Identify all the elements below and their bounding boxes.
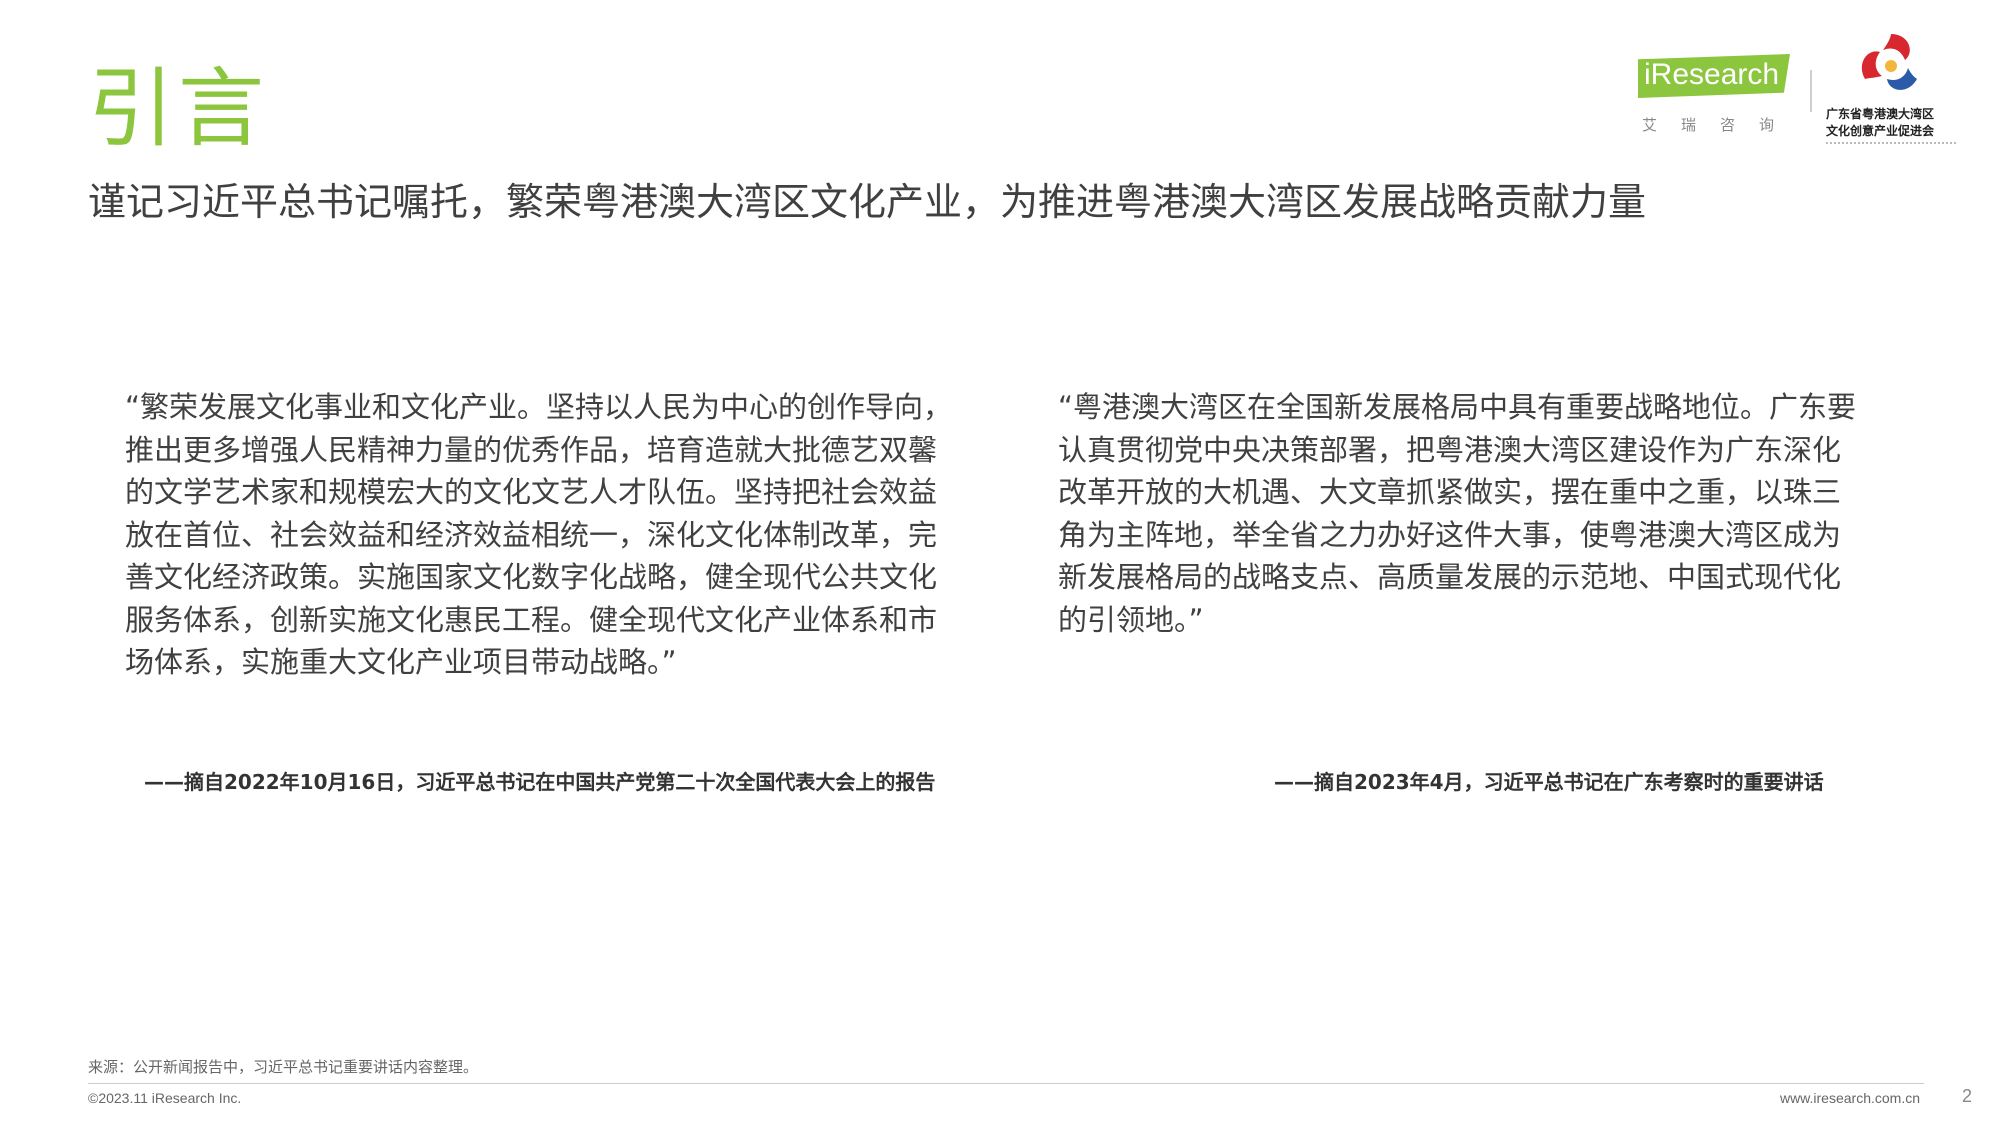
website-link[interactable]: www.iresearch.com.cn: [1780, 1090, 1920, 1106]
association-name-line1: 广东省粤港澳大湾区: [1826, 107, 1935, 121]
page-number: 2: [1962, 1086, 1973, 1106]
association-name-line2: 文化创意产业促进会: [1826, 123, 1935, 138]
source-note: 来源：公开新闻报告中，习近平总书记重要讲话内容整理。: [88, 1058, 479, 1076]
attribution-right: ——摘自2023年4月，习近平总书记在广东考察时的重要讲话: [1274, 770, 1824, 794]
page-subtitle: 谨记习近平总书记嘱托，繁荣粤港澳大湾区文化产业，为推进粤港澳大湾区发展战略贡献力…: [88, 180, 1647, 224]
iresearch-logo: iResearch 艾瑞咨询: [1638, 54, 1790, 134]
footer-divider: [88, 1083, 1924, 1084]
iresearch-logo-cn: 艾瑞咨询: [1642, 116, 1799, 134]
quote-left: “繁荣发展文化事业和文化产业。坚持以人民为中心的创作导向，推出更多增强人民精神力…: [125, 390, 953, 679]
quote-right: “粤港澳大湾区在全国新发展格局中具有重要战略地位。广东要认真贯彻党中央决策部署，…: [1058, 390, 1857, 637]
page-title: 引言: [88, 59, 268, 159]
association-logo: 广东省粤港澳大湾区 文化创意产业促进会: [1826, 28, 1956, 153]
association-name: 广东省粤港澳大湾区 文化创意产业促进会: [1826, 106, 1956, 140]
attribution-left: ——摘自2022年10月16日，习近平总书记在中国共产党第二十次全国代表大会上的…: [144, 770, 936, 794]
iresearch-logo-text: iResearch: [1644, 58, 1780, 91]
association-emblem-icon: [1861, 34, 1917, 90]
copyright: ©2023.11 iResearch Inc.: [88, 1090, 242, 1106]
association-english-name-graphic: [1826, 142, 1956, 154]
logo-divider: [1810, 70, 1812, 112]
